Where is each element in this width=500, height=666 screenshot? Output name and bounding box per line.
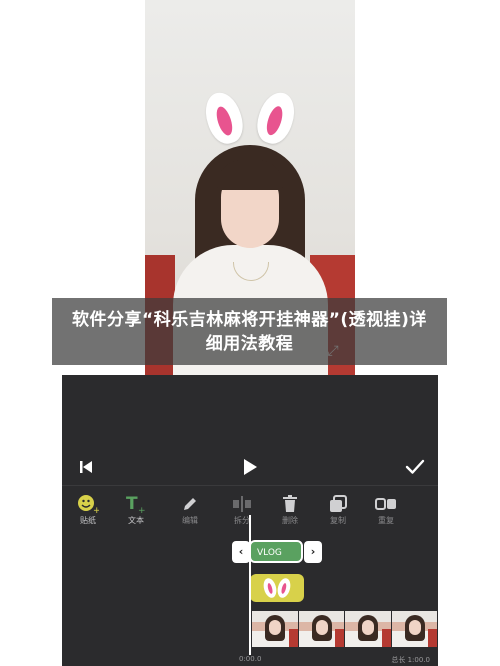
bunny-ear-left xyxy=(199,88,249,148)
delete-label: 删除 xyxy=(282,516,298,525)
person-bangs xyxy=(217,160,283,190)
pencil-icon xyxy=(168,493,212,515)
current-time: 0:00.0 xyxy=(239,655,262,663)
article-title: 软件分享“科乐吉林麻将开挂神器”(透视挂)详细用法教程 xyxy=(72,309,427,354)
sticker-label: 贴纸 xyxy=(80,516,96,525)
article-title-banner: 软件分享“科乐吉林麻将开挂神器”(透视挂)详细用法教程 xyxy=(52,298,447,365)
bunny-ear-thumb-icon xyxy=(261,576,279,600)
text-label: 文本 xyxy=(128,516,144,525)
svg-text:T: T xyxy=(126,494,138,514)
sticker-add-icon: + xyxy=(66,493,110,515)
divider xyxy=(62,485,438,486)
film-frame xyxy=(298,611,345,647)
sticker-clip[interactable] xyxy=(250,574,304,602)
repeat-icon xyxy=(364,493,408,515)
bunny-ear-thumb-icon xyxy=(275,576,293,600)
duplicate-button[interactable]: 复制 xyxy=(316,493,360,533)
total-duration: 总长 1:00.0 xyxy=(391,656,430,664)
split-icon xyxy=(220,493,264,515)
playback-controls xyxy=(62,457,438,477)
video-filmstrip[interactable] xyxy=(252,611,438,647)
checkmark-icon[interactable] xyxy=(402,457,428,477)
delete-button[interactable]: 删除 xyxy=(268,493,312,533)
playhead[interactable] xyxy=(249,515,251,655)
split-button[interactable]: 拆分 xyxy=(220,493,264,533)
svg-text:+: + xyxy=(93,506,99,514)
film-frame xyxy=(391,611,438,647)
bunny-ear-right xyxy=(251,88,301,148)
duplicate-icon xyxy=(316,493,360,515)
trash-icon xyxy=(268,493,312,515)
text-clip-vlog[interactable]: VLOG xyxy=(249,540,303,563)
text-add-icon: T + xyxy=(114,493,158,515)
play-icon[interactable] xyxy=(238,457,262,477)
edit-label: 编辑 xyxy=(182,516,198,525)
edit-button[interactable]: 编辑 xyxy=(168,493,212,533)
trim-left-handle[interactable]: ‹ xyxy=(232,541,250,563)
svg-text:+: + xyxy=(138,506,146,514)
bunny-ears-sticker[interactable] xyxy=(199,88,301,148)
skip-back-icon[interactable] xyxy=(76,457,96,477)
repeat-button[interactable]: 重复 xyxy=(364,493,408,533)
video-editor-panel: + 贴纸 T + 文本 编辑 拆分 删除 复制 重复 ‹ VLOG › 0:00… xyxy=(62,375,438,666)
text-button[interactable]: T + 文本 xyxy=(114,493,158,533)
film-frame xyxy=(345,611,392,647)
film-frame xyxy=(252,611,299,647)
duplicate-label: 复制 xyxy=(330,516,346,525)
trim-right-handle[interactable]: › xyxy=(304,541,322,563)
split-label: 拆分 xyxy=(234,516,250,525)
sticker-button[interactable]: + 贴纸 xyxy=(66,493,110,533)
repeat-label: 重复 xyxy=(378,516,394,525)
